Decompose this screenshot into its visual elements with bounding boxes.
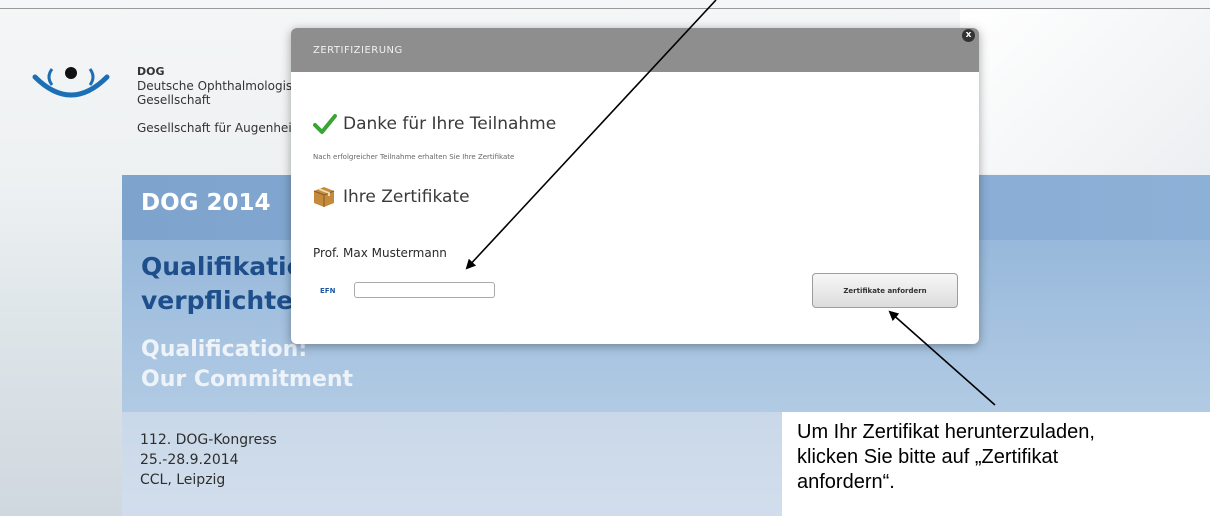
- thanks-heading: Danke für Ihre Teilnahme: [343, 114, 557, 134]
- participant-name: Prof. Max Mustermann: [313, 246, 447, 260]
- certificates-heading: Ihre Zertifikate: [343, 187, 470, 207]
- dialog-title: ZERTIFIZIERUNG: [313, 45, 403, 56]
- congress-name: 112. DOG-Kongress: [140, 432, 277, 448]
- dialog-header: ZERTIFIZIERUNG: [291, 28, 979, 72]
- instruction-text-line2: klicken Sie bitte auf „Zertifikat: [797, 446, 1059, 468]
- top-divider: [0, 8, 1210, 9]
- tagline-english: Qualification: Our Commitment: [141, 335, 353, 395]
- package-box-icon: [313, 187, 335, 207]
- instruction-text: Um Ihr Zertifikat herunterzuladen, klick…: [797, 420, 1207, 495]
- org-tagline: Gesellschaft für Augenheill: [137, 121, 299, 135]
- congress-details: 112. DOG-Kongress 25.-28.9.2014 CCL, Lei…: [140, 430, 277, 490]
- banner-year-title: DOG 2014: [141, 190, 271, 216]
- checkmark-icon: [313, 114, 337, 134]
- close-icon[interactable]: x: [962, 29, 975, 42]
- dog-eye-logo-icon[interactable]: [30, 55, 112, 115]
- instruction-text-line3: anfordern“.: [797, 471, 895, 493]
- organization-name: DOG Deutsche Ophthalmologisc Gesellschaf…: [137, 65, 299, 135]
- congress-location: CCL, Leipzig: [140, 472, 226, 488]
- org-abbreviation: DOG: [137, 65, 165, 78]
- instruction-text-line1: Um Ihr Zertifikat herunterzuladen,: [797, 421, 1095, 443]
- tagline-english-line2: Our Commitment: [141, 367, 354, 392]
- congress-dates: 25.-28.9.2014: [140, 452, 239, 468]
- efn-label: EFN: [320, 287, 336, 295]
- participation-note: Nach erfolgreicher Teilnahme erhalten Si…: [313, 153, 515, 161]
- efn-input[interactable]: [354, 282, 495, 298]
- request-certificates-button[interactable]: Zertifikate anfordern: [812, 273, 958, 308]
- header-image: [960, 9, 1210, 174]
- org-name-line2: Gesellschaft: [137, 93, 211, 107]
- org-name-line1: Deutsche Ophthalmologisc: [137, 79, 299, 93]
